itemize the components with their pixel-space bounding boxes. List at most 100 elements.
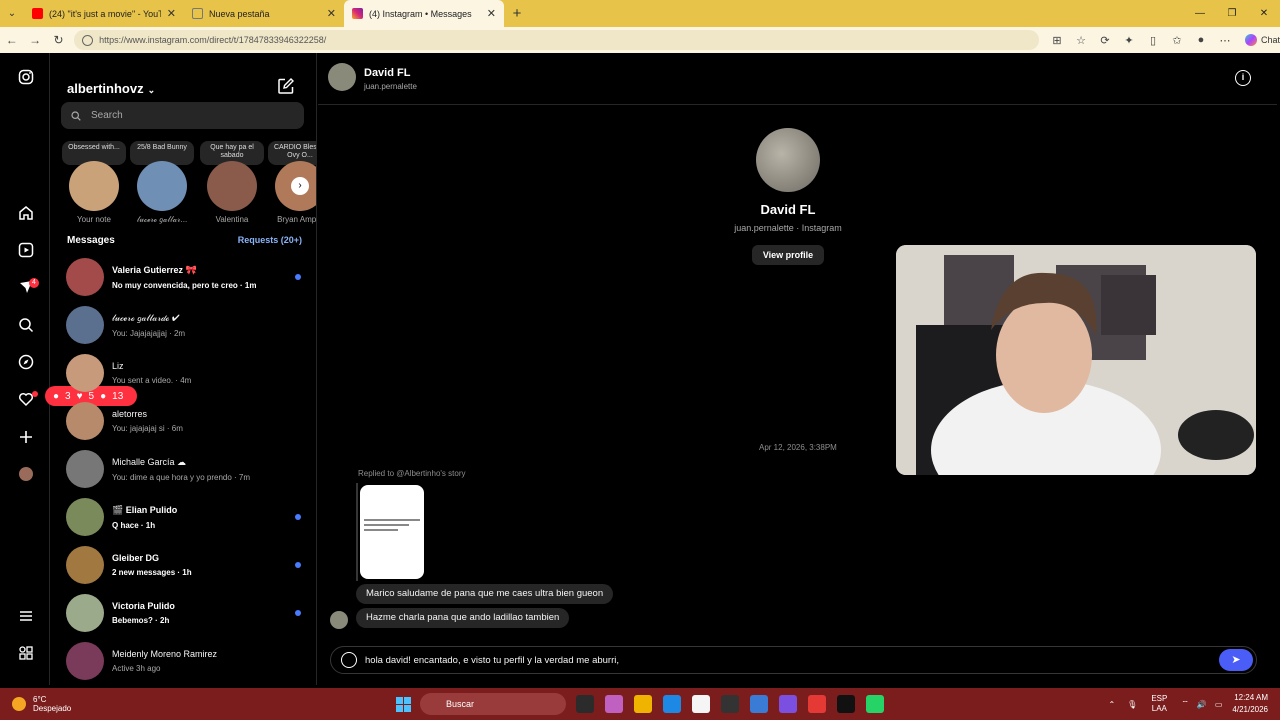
search-input[interactable]: Search [61, 102, 304, 129]
network-icon[interactable]: ⌔ [1181, 699, 1189, 709]
view-profile-button[interactable]: View profile [751, 245, 825, 265]
minimize-icon[interactable]: — [1184, 0, 1216, 27]
keyboard-layout: LAA [1151, 704, 1167, 713]
message-bubble[interactable]: Hazme charla pana que ando ladillao tamb… [356, 608, 570, 628]
also-from-meta-icon[interactable] [16, 643, 36, 663]
tab-youtube[interactable]: (24) "it's just a movie" - YouTube ✕ [24, 0, 184, 27]
clock[interactable]: 12:24 AM 4/21/2026 [1232, 692, 1268, 716]
message-bubble[interactable]: Marico saludame de pana que me caes ultr… [356, 584, 614, 604]
conversation-item[interactable]: 𝓁𝓊𝒸ℯ𝓇ℴ 𝑔𝒶𝓁𝓁𝒶𝓇𝒹ℴ ✔ You: Jajajajajjaj · 2m [51, 301, 316, 349]
note-name: 𝓁𝓊𝒸ℯ𝓇ℴ 𝑔𝒶𝓁𝓁𝒶𝓇... [136, 215, 188, 224]
microphone-icon[interactable]: 🎙 [1127, 700, 1137, 709]
edge-icon[interactable] [663, 695, 681, 713]
send-button[interactable]: ➤ [1219, 649, 1253, 671]
back-arrow-icon[interactable]: ← [0, 33, 23, 47]
replied-to-story-label: Replied to @Albertinho's story [358, 469, 466, 478]
profile-icon[interactable]: ● [1189, 34, 1213, 46]
store-icon[interactable] [692, 695, 710, 713]
conversation-preview: You: dime a que hora y yo prendo · 7m [112, 472, 251, 482]
search-icon[interactable] [16, 315, 36, 335]
conversation-item[interactable]: aletorres You: jajajajaj si · 6m [51, 397, 316, 445]
tab-title: (24) "it's just a movie" - YouTube [49, 8, 161, 19]
chevron-up-icon[interactable]: ⌃ [1108, 700, 1115, 709]
extension-puzzle-icon[interactable]: ✦ [1117, 34, 1141, 47]
account-switcher[interactable]: albertinhovz ⌄ [67, 81, 155, 96]
task-view-icon[interactable] [576, 695, 594, 713]
reels-icon[interactable] [16, 240, 36, 260]
messages-badge: 4 [29, 278, 39, 288]
conversation-item[interactable]: Victoria Pulido Bebemos? · 2h [51, 589, 316, 637]
note-item[interactable]: Que hay pa el sabado Valentina [199, 141, 265, 224]
nav-rail: 4 [3, 53, 50, 685]
forward-arrow-icon[interactable]: → [23, 33, 46, 47]
mail-icon[interactable] [750, 695, 768, 713]
tab-menu-chevron-icon[interactable]: ⌄ [0, 0, 24, 27]
battery-icon[interactable]: ▭ [1215, 700, 1223, 709]
note-name: Bryan Amp... [277, 215, 317, 224]
tab-new[interactable]: Nueva pestaña ✕ [184, 0, 344, 27]
start-button[interactable] [396, 697, 411, 712]
close-tab-icon[interactable]: ✕ [487, 7, 496, 20]
more-options-icon[interactable]: ⋯ [1213, 34, 1237, 47]
url-field[interactable]: https://www.instagram.com/direct/t/17847… [74, 30, 1039, 50]
close-tab-icon[interactable]: ✕ [327, 7, 336, 20]
favorites-icon[interactable]: ✩ [1165, 34, 1189, 47]
conversation-item[interactable]: Michalle García ☁ You: dime a que hora y … [51, 445, 316, 493]
app-icon[interactable] [721, 695, 739, 713]
extensions-icon[interactable]: ⟳ [1093, 34, 1117, 47]
message-input[interactable]: hola david! encantado, e visto tu perfil… [365, 655, 1219, 666]
epic-games-icon[interactable] [837, 695, 855, 713]
home-icon[interactable] [16, 203, 36, 223]
explore-compass-icon[interactable] [16, 352, 36, 372]
note-item[interactable]: Obsessed with... Your note [61, 141, 127, 224]
emoji-icon[interactable] [341, 652, 357, 668]
avatar [69, 161, 119, 211]
conversation-item[interactable]: Valeria Gutierrez 🎀 No muy convencida, pe… [51, 253, 316, 301]
chevron-right-icon[interactable]: › [291, 177, 309, 195]
favorite-star-icon[interactable]: ☆ [1069, 34, 1093, 47]
avatar [137, 161, 187, 211]
more-menu-icon[interactable] [16, 606, 36, 626]
teams-icon[interactable] [779, 695, 797, 713]
maximize-icon[interactable]: ❐ [1216, 0, 1248, 27]
create-plus-icon[interactable] [16, 427, 36, 447]
file-explorer-icon[interactable] [634, 695, 652, 713]
volume-icon[interactable]: 🔊 [1197, 700, 1207, 709]
language-indicator[interactable]: ESP LAA [1151, 694, 1167, 714]
conversation-item[interactable]: Liz You sent a video. · 4m [51, 349, 316, 397]
reply-bar [356, 483, 358, 581]
app-available-icon[interactable]: ⊞ [1045, 34, 1069, 47]
conversation-preview: You: Jajajajajjaj · 2m [112, 328, 186, 338]
new-tab-plus-icon[interactable]: + [504, 0, 530, 27]
account-username: albertinhovz [67, 81, 144, 96]
conversation-item[interactable]: Gleiber DG 2 new messages · 1h [51, 541, 316, 589]
avatar[interactable] [328, 63, 356, 91]
message-composer[interactable]: hola david! encantado, e visto tu perfil… [330, 646, 1257, 674]
close-tab-icon[interactable]: ✕ [167, 7, 176, 20]
app-icon[interactable] [808, 695, 826, 713]
copilot-app-icon[interactable] [605, 695, 623, 713]
new-message-icon[interactable] [277, 77, 295, 95]
close-window-icon[interactable]: ✕ [1248, 0, 1280, 27]
taskbar-search[interactable]: Buscar [420, 693, 566, 715]
split-screen-icon[interactable]: ▯ [1141, 34, 1165, 47]
reload-icon[interactable]: ↻ [47, 33, 70, 47]
profile-avatar[interactable] [16, 464, 36, 484]
story-thumbnail[interactable] [360, 485, 424, 579]
scrollbar[interactable] [1265, 105, 1277, 633]
site-info-icon[interactable] [82, 34, 94, 46]
tab-instagram[interactable]: (4) Instagram • Messages ✕ [344, 0, 504, 27]
info-icon[interactable]: i [1235, 70, 1251, 86]
avatar [66, 258, 104, 296]
whatsapp-icon[interactable] [866, 695, 884, 713]
conversation-item[interactable]: Meidenly Moreno Ramirez Active 3h ago [51, 637, 316, 685]
conversation-item[interactable]: 🎬 Elian Pulido Q hace · 1h [51, 493, 316, 541]
conversation-name: Michalle García ☁ [112, 456, 187, 467]
chat-contact-name[interactable]: David FL [364, 67, 410, 79]
instagram-logo-icon[interactable] [16, 67, 36, 87]
weather-widget[interactable]: 6°C Despejado [12, 695, 71, 713]
note-item[interactable]: 25/8 Bad Bunny 𝓁𝓊𝒸ℯ𝓇ℴ 𝑔𝒶𝓁𝓁𝒶𝓇... [129, 141, 195, 225]
search-icon [71, 110, 81, 121]
requests-link[interactable]: Requests (20+) [238, 235, 302, 245]
copilot-chat-button[interactable]: Chat [1245, 34, 1280, 46]
